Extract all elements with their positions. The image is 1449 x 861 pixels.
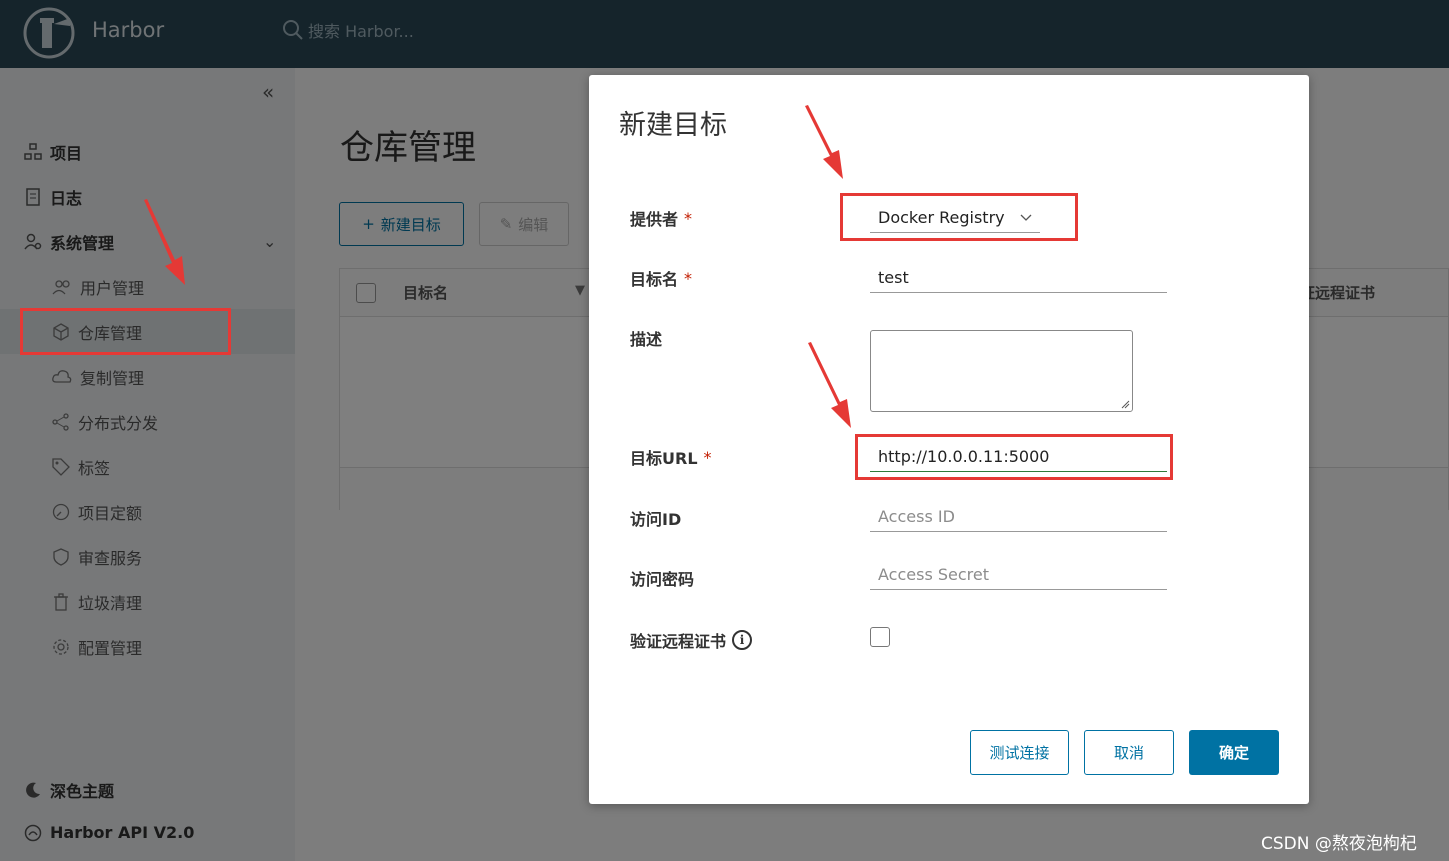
annotation-arrow xyxy=(144,199,185,285)
annotation-arrow xyxy=(808,342,851,428)
watermark: CSDN @熬夜泡枸杞 xyxy=(1261,834,1417,854)
annotation-arrows xyxy=(144,105,851,428)
annotation-arrow xyxy=(805,105,843,179)
